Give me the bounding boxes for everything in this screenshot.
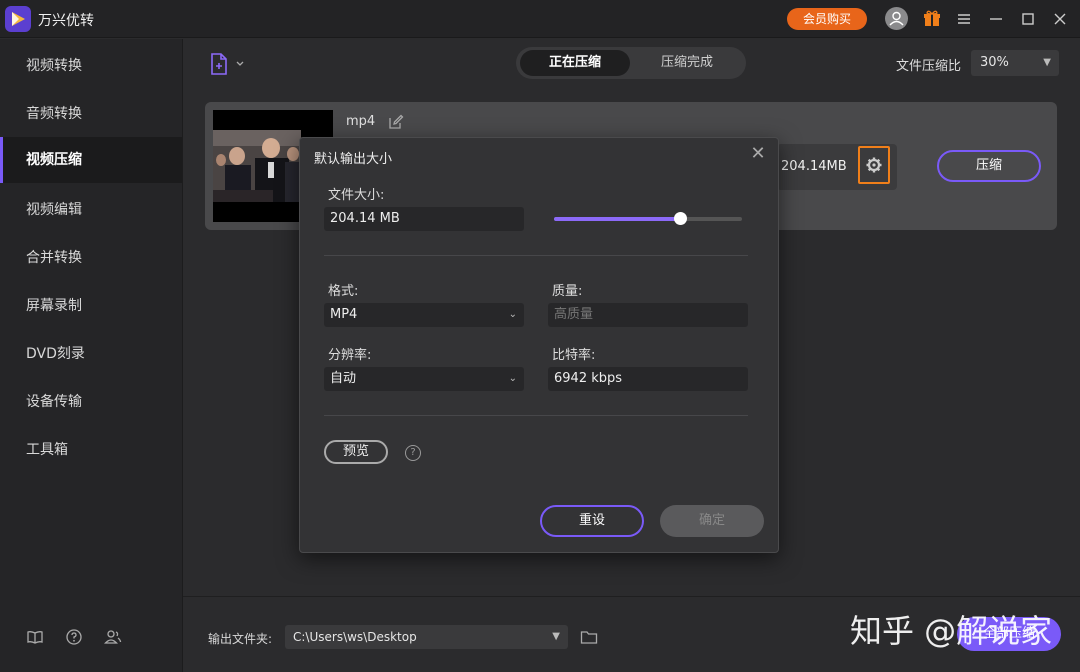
compress-ratio-label: 文件压缩比 bbox=[896, 59, 962, 74]
maximize-icon[interactable] bbox=[1017, 8, 1039, 30]
slider-thumb[interactable] bbox=[673, 212, 687, 225]
output-size: 204.14MB bbox=[781, 159, 847, 174]
compress-ratio-select[interactable]: 30% ▼ bbox=[971, 50, 1059, 76]
sidebar-item-dvd-burn[interactable]: DVD刻录 bbox=[0, 331, 182, 377]
gift-icon[interactable] bbox=[921, 8, 943, 30]
help-circle-icon[interactable] bbox=[65, 628, 83, 646]
avatar[interactable] bbox=[885, 7, 908, 30]
file-size-input[interactable]: 204.14 MB bbox=[324, 207, 524, 231]
sidebar: 视频转换 音频转换 视频压缩 视频编辑 合并转换 屏幕录制 DVD刻录 设备传输… bbox=[0, 39, 183, 672]
edit-icon[interactable] bbox=[388, 114, 404, 130]
sidebar-item-audio-convert[interactable]: 音频转换 bbox=[0, 91, 182, 137]
gear-icon bbox=[866, 157, 882, 173]
app-window: 万兴优转 会员购买 视频转换 音频转换 视频压缩 视频编辑 合并转换 屏幕录制 … bbox=[0, 0, 1080, 672]
output-folder-path: C:\Users\ws\Desktop bbox=[293, 630, 417, 644]
users-icon[interactable] bbox=[104, 628, 122, 646]
preview-button[interactable]: 预览 bbox=[324, 440, 388, 464]
resolution-value: 自动 bbox=[330, 371, 357, 386]
chevron-down-icon: ⌄ bbox=[508, 373, 517, 384]
status-tab-group: 正在压缩 压缩完成 bbox=[516, 47, 746, 79]
reset-button[interactable]: 重设 bbox=[540, 505, 644, 537]
chevron-down-icon: ▼ bbox=[552, 631, 560, 642]
folder-icon[interactable] bbox=[580, 629, 598, 645]
app-logo-icon bbox=[5, 6, 31, 32]
resolution-label: 分辨率: bbox=[328, 348, 372, 363]
close-icon[interactable] bbox=[1049, 8, 1071, 30]
file-size-slider[interactable] bbox=[554, 212, 742, 225]
add-file-button[interactable] bbox=[209, 52, 249, 76]
chevron-down-icon: ⌄ bbox=[508, 309, 517, 320]
minimize-icon[interactable] bbox=[985, 8, 1007, 30]
bitrate-input[interactable]: 6942 kbps bbox=[548, 367, 748, 391]
chevron-down-icon: ▼ bbox=[1043, 57, 1051, 68]
format-select[interactable]: MP4 ⌄ bbox=[324, 303, 524, 327]
book-icon[interactable] bbox=[26, 628, 44, 646]
top-toolbar: 正在压缩 压缩完成 文件压缩比 30% ▼ bbox=[183, 39, 1080, 89]
quality-field: 高质量 bbox=[548, 303, 748, 327]
divider bbox=[324, 255, 748, 256]
output-folder-label: 输出文件夹: bbox=[208, 632, 273, 646]
menu-icon[interactable] bbox=[953, 8, 975, 30]
sidebar-item-video-convert[interactable]: 视频转换 bbox=[0, 43, 182, 89]
dialog-close-icon[interactable]: ✕ bbox=[748, 144, 768, 164]
help-icon[interactable]: ? bbox=[405, 445, 421, 461]
tab-compressing[interactable]: 正在压缩 bbox=[520, 50, 630, 76]
file-size-label: 文件大小: bbox=[328, 188, 385, 203]
confirm-button[interactable]: 确定 bbox=[660, 505, 764, 537]
dialog-title: 默认输出大小 bbox=[314, 152, 393, 167]
file-format: mp4 bbox=[346, 114, 376, 129]
slider-fill bbox=[554, 217, 680, 221]
tab-compressed[interactable]: 压缩完成 bbox=[632, 50, 742, 76]
resolution-select[interactable]: 自动 ⌄ bbox=[324, 367, 524, 391]
title-bar: 万兴优转 会员购买 bbox=[0, 0, 1080, 38]
vip-purchase-button[interactable]: 会员购买 bbox=[787, 8, 867, 30]
sidebar-item-merge[interactable]: 合并转换 bbox=[0, 235, 182, 281]
divider bbox=[324, 415, 748, 416]
watermark: 知乎 @解说家 bbox=[850, 612, 1053, 650]
add-file-icon bbox=[211, 53, 244, 75]
compress-button[interactable]: 压缩 bbox=[937, 150, 1041, 182]
sidebar-item-toolbox[interactable]: 工具箱 bbox=[0, 427, 182, 473]
format-label: 格式: bbox=[328, 284, 359, 299]
output-size-dialog: 默认输出大小 ✕ 文件大小: 204.14 MB 格式: MP4 ⌄ 质量: 高… bbox=[299, 137, 779, 553]
sidebar-item-video-edit[interactable]: 视频编辑 bbox=[0, 187, 182, 233]
app-title: 万兴优转 bbox=[38, 13, 94, 29]
settings-button[interactable] bbox=[858, 146, 890, 184]
sidebar-item-device-transfer[interactable]: 设备传输 bbox=[0, 379, 182, 425]
quality-label: 质量: bbox=[552, 284, 583, 299]
compress-ratio-value: 30% bbox=[980, 55, 1009, 70]
sidebar-item-screen-record[interactable]: 屏幕录制 bbox=[0, 283, 182, 329]
bitrate-label: 比特率: bbox=[552, 348, 596, 363]
output-folder-select[interactable]: C:\Users\ws\Desktop ▼ bbox=[285, 625, 568, 649]
sidebar-item-video-compress[interactable]: 视频压缩 bbox=[0, 137, 182, 183]
format-value: MP4 bbox=[330, 307, 358, 322]
